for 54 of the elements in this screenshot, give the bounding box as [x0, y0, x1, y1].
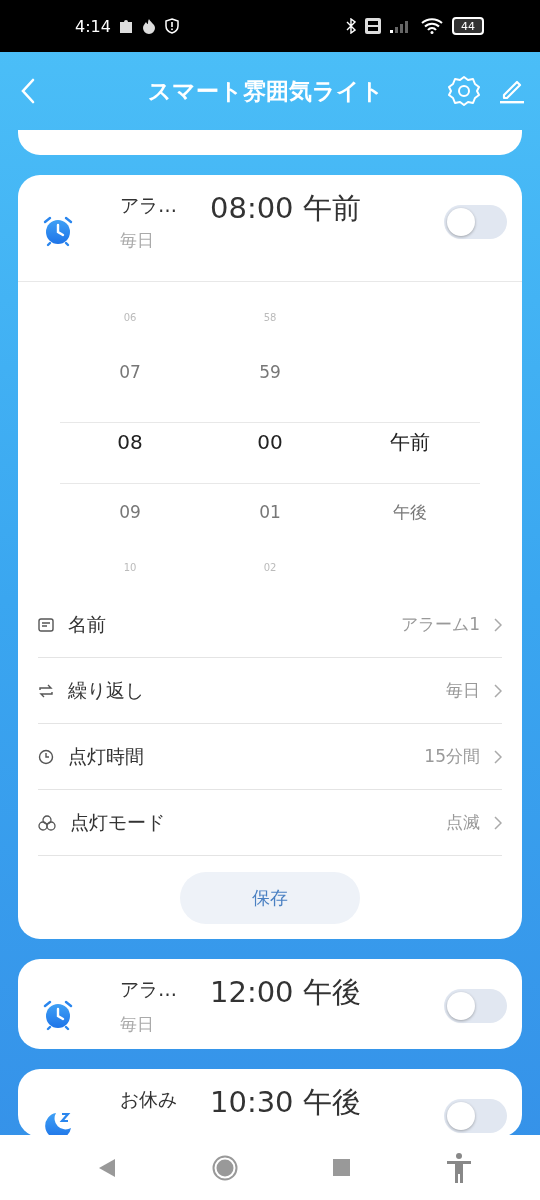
alarm-name: お休み: [120, 1087, 178, 1112]
picker-option[interactable]: 午後: [393, 472, 427, 552]
battery-icon: 44: [452, 17, 484, 35]
setting-value: アラーム1: [401, 613, 480, 636]
alarm-time: 10:30 午後: [210, 1084, 361, 1121]
circles-icon: [38, 814, 56, 831]
home-icon[interactable]: [211, 1154, 238, 1181]
chevron-icon[interactable]: [494, 683, 502, 698]
setting-value: 毎日: [446, 679, 480, 702]
shield-icon: [164, 18, 179, 34]
card-icon: [38, 616, 54, 633]
accessibility-icon[interactable]: [446, 1152, 473, 1183]
bluetooth-icon: [346, 18, 356, 34]
repeat-text: 毎日: [120, 1013, 155, 1036]
chevron-icon[interactable]: [494, 815, 502, 830]
setting-value: 15分間: [424, 745, 480, 768]
toggle-switch[interactable]: [444, 1099, 507, 1133]
picker-option[interactable]: 07: [119, 332, 141, 412]
alarm-time: 08:00 午前: [210, 190, 361, 227]
alarm-name: アラ…: [120, 977, 178, 1002]
alarm-name: アラ…: [120, 193, 178, 218]
alarm-clock-icon: [42, 215, 74, 247]
picker-option[interactable]: 09: [119, 472, 141, 552]
clock-icon: [38, 748, 54, 765]
edit-icon[interactable]: [500, 78, 524, 104]
setting-label: 名前: [68, 611, 106, 637]
screen-title: スマート雰囲気ライト: [147, 76, 385, 106]
picker-option[interactable]: 08: [117, 412, 143, 472]
back-icon[interactable]: [97, 1157, 116, 1178]
flame-icon: [140, 18, 157, 34]
picker-option[interactable]: 01: [259, 472, 281, 552]
recents-icon[interactable]: [333, 1159, 351, 1176]
picker-option[interactable]: 午前: [390, 412, 430, 472]
chevron-icon[interactable]: [494, 617, 502, 632]
volte-icon: [365, 18, 381, 34]
picker-option[interactable]: 00: [257, 412, 283, 472]
toggle-switch[interactable]: [444, 205, 507, 239]
repeat-icon: [38, 682, 54, 699]
wifi-icon: [421, 18, 443, 34]
clock-time: 4:14: [75, 16, 111, 36]
toggle-switch[interactable]: [444, 989, 507, 1023]
setting-label: 点灯モード: [70, 809, 165, 835]
setting-label: 繰り返し: [68, 677, 144, 703]
settings-icon[interactable]: [448, 75, 480, 107]
setting-value: 点滅: [446, 811, 480, 834]
save-button[interactable]: 保存: [180, 872, 360, 924]
back-icon[interactable]: [20, 78, 36, 104]
repeat-text: 毎日: [120, 229, 155, 252]
setting-label: 点灯時間: [68, 743, 144, 769]
picker-option[interactable]: 59: [259, 332, 281, 412]
puzzle-icon: [118, 18, 133, 34]
alarm-time: 12:00 午後: [210, 974, 361, 1011]
alarm-clock-icon: [42, 999, 74, 1031]
chevron-icon[interactable]: [494, 749, 502, 764]
